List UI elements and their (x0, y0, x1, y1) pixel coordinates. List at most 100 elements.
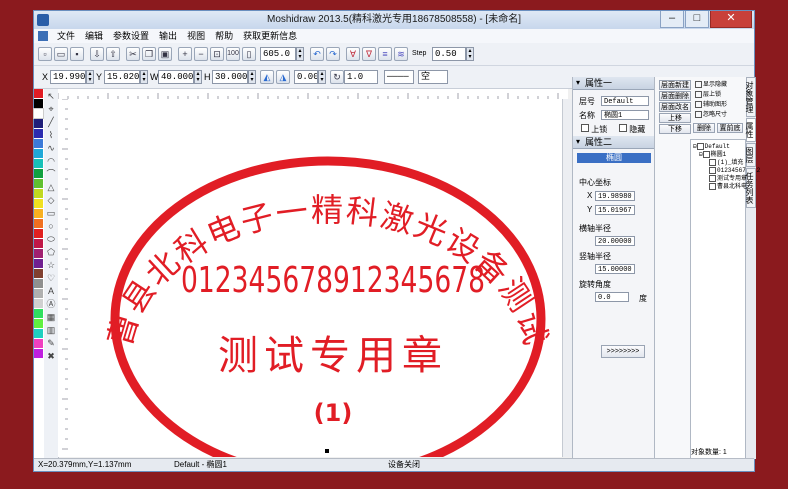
new-file-icon[interactable]: ▫ (38, 47, 52, 61)
color-swatch[interactable] (34, 199, 43, 208)
color-swatch[interactable] (34, 249, 43, 258)
menu-output[interactable]: 输出 (154, 29, 182, 43)
y-input[interactable]: 15.020 (104, 70, 140, 84)
outline-icon[interactable]: ≋ (394, 47, 408, 61)
arc-tool-icon[interactable]: ◠ (45, 155, 57, 167)
color-swatch[interactable] (34, 139, 43, 148)
properties-header-2[interactable]: 属性二 (573, 136, 655, 149)
properties-header-1[interactable]: 属性一 (573, 77, 655, 90)
apply-button[interactable]: >>>>>>>> (601, 345, 645, 358)
zoom-100-icon[interactable]: 100 (226, 47, 240, 61)
w-spinner[interactable]: ▴ ▾ (194, 70, 202, 84)
stamp-drawing[interactable]: 曹县北科电子一精科激光设备测试 012345678912345678 测试专用章… (68, 99, 562, 457)
object-tree[interactable]: ⊟ Default ⊟ 椭圆1 (1)_填充 012345678912 测试专用章_… (690, 139, 760, 461)
color-swatch[interactable] (34, 89, 43, 98)
hatch-icon[interactable]: ≡ (378, 47, 392, 61)
delete-layer-button[interactable]: 层面删除 (659, 91, 691, 101)
tree-node-fill[interactable]: (1)_填充 (709, 159, 743, 166)
menu-edit[interactable]: 编辑 (80, 29, 108, 43)
lock-checkbox[interactable] (581, 124, 589, 132)
stamp-center-text[interactable]: 测试专用章 (218, 333, 448, 379)
color-swatch[interactable] (34, 349, 43, 358)
zoom-in-icon[interactable]: + (178, 47, 192, 61)
x-spinner[interactable]: ▴ ▾ (86, 70, 94, 84)
x-input[interactable]: 19.990 (50, 70, 86, 84)
tab-properties[interactable]: 属性 (745, 118, 756, 142)
undo-icon[interactable]: ↶ (310, 47, 324, 61)
redo-icon[interactable]: ↷ (326, 47, 340, 61)
color-swatch[interactable] (34, 219, 43, 228)
aux-shape-checkbox[interactable] (695, 101, 702, 108)
open-folder-icon[interactable]: ▭ (54, 47, 68, 61)
barcode-tool-icon[interactable]: ▥ (45, 324, 57, 336)
color-swatch[interactable] (34, 189, 43, 198)
ellipse-tool-icon[interactable]: ⬭ (45, 233, 57, 245)
zoom-spinner[interactable]: ▴ ▾ (296, 47, 304, 61)
delete-object-button[interactable]: 删除 (693, 123, 715, 133)
h-input[interactable]: 30.000 (212, 70, 248, 84)
menu-view[interactable]: 视图 (182, 29, 210, 43)
cut-icon[interactable]: ✂ (126, 47, 140, 61)
fill-select[interactable]: 空 (418, 70, 448, 84)
show-hide-checkbox[interactable] (695, 81, 702, 88)
y-spinner[interactable]: ▴ ▾ (140, 70, 148, 84)
menu-settings[interactable]: 参数设置 (108, 29, 154, 43)
tab-layers[interactable]: 图层 (745, 143, 756, 167)
rotation-input[interactable]: 0.0 (595, 292, 629, 302)
stamp-number-text[interactable]: 012345678912345678 (181, 260, 485, 301)
delete-tool-icon[interactable]: ✖ (45, 350, 57, 362)
paste-icon[interactable]: ▣ (158, 47, 172, 61)
trim-icon[interactable]: ∇ (362, 47, 376, 61)
center-x-input[interactable]: 19.98980 (595, 191, 635, 201)
triangle-tool-icon[interactable]: △ (45, 181, 57, 193)
zoom-out-icon[interactable]: − (194, 47, 208, 61)
color-swatch[interactable] (34, 149, 43, 158)
w-input[interactable]: 40.000 (158, 70, 194, 84)
import-icon[interactable]: ⇩ (90, 47, 104, 61)
menu-help[interactable]: 帮助 (210, 29, 238, 43)
circle-tool-icon[interactable]: ○ (45, 220, 57, 232)
tree-node-layer[interactable]: ⊟ Default (693, 143, 730, 150)
bezier-tool-icon[interactable]: ⌒ (45, 168, 57, 180)
step-spinner[interactable]: ▴ ▾ (466, 47, 474, 61)
line-width-select[interactable]: 1.0 (344, 70, 378, 84)
star-tool-icon[interactable]: ☆ (45, 259, 57, 271)
name-input[interactable]: 椭圆1 (601, 110, 649, 120)
zoom-input[interactable]: 605.0 (260, 47, 296, 61)
menu-update[interactable]: 获取更新信息 (238, 29, 302, 43)
color-swatch[interactable] (34, 259, 43, 268)
pen-tool-icon[interactable]: ✎ (45, 337, 57, 349)
color-swatch[interactable] (34, 309, 43, 318)
minimize-button[interactable]: – (660, 11, 684, 28)
color-swatch[interactable] (34, 209, 43, 218)
tree-node-ellipse[interactable]: ⊟ 椭圆1 (699, 151, 726, 158)
diamond-tool-icon[interactable]: ◇ (45, 194, 57, 206)
page-icon[interactable]: ▯ (242, 47, 256, 61)
order-button[interactable]: 置前底 (717, 123, 743, 133)
color-swatch[interactable] (34, 319, 43, 328)
color-swatch[interactable] (34, 279, 43, 288)
color-swatch[interactable] (34, 119, 43, 128)
angle-spinner[interactable]: ▴ ▾ (318, 70, 326, 84)
line-style-select[interactable]: ──── (384, 70, 414, 84)
angle-input[interactable]: 0.00 (294, 70, 318, 84)
move-down-button[interactable]: 下移 (659, 124, 691, 134)
color-swatch[interactable] (34, 129, 43, 138)
flip-horizontal-icon[interactable]: ◭ (260, 70, 274, 84)
stamp-bottom-text[interactable]: (1) (314, 399, 353, 427)
radius-y-input[interactable]: 15.00000 (595, 264, 635, 274)
rectangle-tool-icon[interactable]: ▭ (45, 207, 57, 219)
arc-text-tool-icon[interactable]: Ⓐ (45, 298, 57, 310)
select-tool-icon[interactable]: ↖ (45, 90, 57, 102)
layer-lock-checkbox[interactable] (695, 91, 702, 98)
new-layer-button[interactable]: 层面新建 (659, 80, 691, 90)
maximize-button[interactable]: □ (685, 11, 709, 28)
zoom-fit-icon[interactable]: ⊡ (210, 47, 224, 61)
color-swatch[interactable] (34, 239, 43, 248)
h-spinner[interactable]: ▴ ▾ (248, 70, 256, 84)
flip-vertical-icon[interactable]: ◮ (276, 70, 290, 84)
image-tool-icon[interactable]: ▦ (45, 311, 57, 323)
color-swatch[interactable] (34, 99, 43, 108)
weld-icon[interactable]: ∀ (346, 47, 360, 61)
color-swatch[interactable] (34, 229, 43, 238)
